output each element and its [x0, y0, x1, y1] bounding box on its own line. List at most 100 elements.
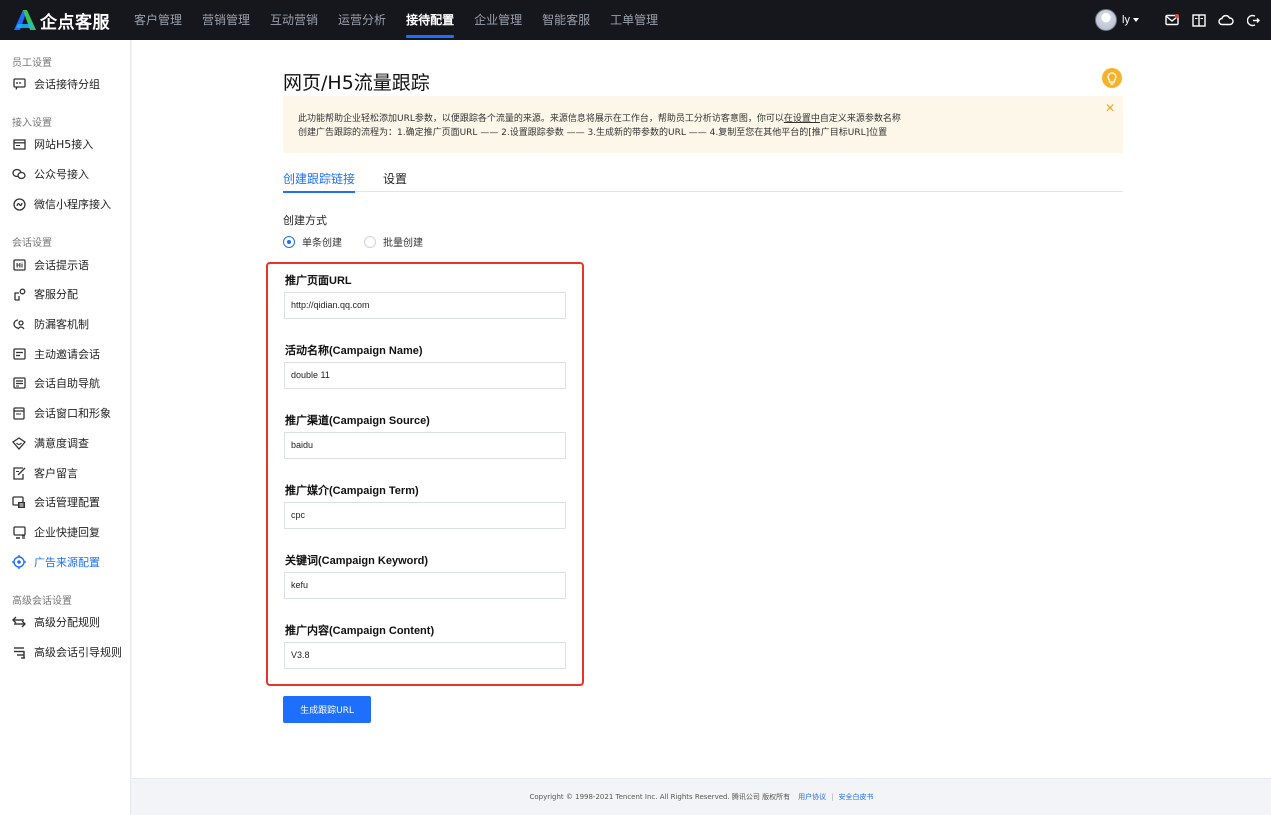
sidebar-item-label: 防漏客机制: [34, 318, 89, 331]
notice-line-2: 创建广告跟踪的流程为：1.确定推广页面URL —— 2.设置跟踪参数 —— 3.…: [298, 128, 888, 138]
website-icon: [12, 137, 26, 151]
guide-icon: [12, 645, 26, 659]
hint-icon: Hi: [12, 258, 26, 272]
manage-icon: [12, 495, 26, 509]
campaign-term-label: 推广媒介(Campaign Term): [285, 485, 419, 497]
sidebar-item-assign[interactable]: 客服分配: [0, 280, 131, 308]
qidian-logo-icon: [14, 10, 36, 30]
topnav-ticket-management[interactable]: 工单管理: [600, 0, 668, 40]
sidebar-item-label: 高级会话引导规则: [34, 646, 122, 659]
sidebar-item-anti-loss[interactable]: 防漏客机制: [0, 310, 131, 338]
sidebar-item-advanced-assign[interactable]: 高级分配规则: [0, 608, 131, 636]
top-right-tools: ly: [1095, 0, 1261, 40]
tab-settings[interactable]: 设置: [383, 170, 407, 192]
sidebar-item-customer-message[interactable]: 客户留言: [0, 459, 131, 487]
sidebar-item-label: 会话自助导航: [34, 377, 100, 390]
brand-name: 企点客服: [40, 12, 110, 33]
user-name[interactable]: ly: [1122, 14, 1130, 26]
sidebar-item-label: 高级分配规则: [34, 616, 100, 629]
campaign-source-label: 推广渠道(Campaign Source): [285, 415, 430, 427]
copyright-text: Copyright © 1998-2021 Tencent Inc. All R…: [529, 793, 791, 801]
avatar[interactable]: [1095, 9, 1118, 31]
cloud-icon[interactable]: [1218, 12, 1234, 28]
campaign-source-input[interactable]: baidu: [284, 432, 566, 459]
topnav-reception-config[interactable]: 接待配置: [396, 0, 464, 40]
swap-icon: [12, 615, 26, 629]
sidebar-item-label: 网站H5接入: [34, 138, 94, 151]
window-icon: [12, 406, 26, 420]
campaign-content-label: 推广内容(Campaign Content): [285, 625, 435, 637]
promo-url-input[interactable]: http://qidian.qq.com: [284, 292, 566, 319]
promo-url-label: 推广页面URL: [285, 275, 352, 287]
security-whitepaper-link[interactable]: 安全白皮书: [839, 792, 874, 802]
top-navigation-bar: 企点客服 客户管理 营销管理 互动营销 运营分析 接待配置 企业管理 智能客服 …: [0, 0, 1271, 40]
book-icon[interactable]: [1191, 12, 1207, 28]
campaign-name-input[interactable]: double 11: [284, 362, 566, 389]
campaign-keyword-input[interactable]: kefu: [284, 572, 566, 599]
sidebar-item-label: 企业快捷回复: [34, 526, 100, 539]
footer: Copyright © 1998-2021 Tencent Inc. All R…: [132, 778, 1271, 815]
sidebar-item-self-navigation[interactable]: 会话自助导航: [0, 369, 131, 397]
sidebar-group-advanced: 高级会话设置: [12, 596, 72, 607]
topnav-enterprise-management[interactable]: 企业管理: [464, 0, 532, 40]
campaign-keyword-label: 关键词(Campaign Keyword): [285, 555, 429, 567]
sidebar-item-official-account[interactable]: 公众号接入: [0, 160, 131, 188]
assign-icon: [12, 287, 26, 301]
sidebar-group-staff: 员工设置: [12, 58, 52, 69]
campaign-term-input[interactable]: cpc: [284, 502, 566, 529]
sidebar-item-label: 会话接待分组: [34, 78, 100, 91]
sidebar-item-label: 主动邀请会话: [34, 348, 100, 361]
sidebar-group-access: 接入设置: [12, 118, 52, 129]
sidebar-item-label: 满意度调查: [34, 437, 89, 450]
tab-bar: 创建跟踪链接 设置: [283, 170, 1123, 193]
top-nav-menu: 客户管理 营销管理 互动营销 运营分析 接待配置 企业管理 智能客服 工单管理: [124, 0, 668, 40]
sidebar-item-label: 会话管理配置: [34, 496, 100, 509]
topnav-smart-service[interactable]: 智能客服: [532, 0, 600, 40]
sidebar-item-window-image[interactable]: 会话窗口和形象: [0, 399, 131, 427]
sidebar-item-invite[interactable]: 主动邀请会话: [0, 340, 131, 368]
main-content: 网页/H5流量跟踪 此功能帮助企业轻松添加URL参数，以便跟踪各个流量的来源。来…: [132, 40, 1271, 778]
sidebar-item-satisfaction[interactable]: 满意度调查: [0, 429, 131, 457]
quick-reply-icon: [12, 525, 26, 539]
sidebar-item-label: 微信小程序接入: [34, 198, 111, 211]
sidebar-item-mini-program[interactable]: 微信小程序接入: [0, 190, 131, 218]
settings-link[interactable]: 在设置中: [784, 114, 820, 124]
sidebar-item-ad-source[interactable]: 广告来源配置: [0, 548, 131, 576]
sidebar-item-session-hint[interactable]: Hi 会话提示语: [0, 251, 131, 279]
svg-text:Hi: Hi: [16, 263, 23, 270]
user-agreement-link[interactable]: 用户协议: [798, 792, 826, 802]
sidebar-item-quick-reply[interactable]: 企业快捷回复: [0, 518, 131, 546]
topnav-marketing-management[interactable]: 营销管理: [192, 0, 260, 40]
chat-group-icon: [12, 77, 26, 91]
topnav-interactive-marketing[interactable]: 互动营销: [260, 0, 328, 40]
ad-source-icon: [12, 555, 26, 569]
radio-single-create[interactable]: [283, 235, 295, 248]
radio-single-label[interactable]: 单条创建: [302, 234, 342, 249]
logout-icon[interactable]: [1245, 12, 1261, 28]
create-mode-radios: 单条创建 批量创建: [283, 234, 445, 249]
mail-icon[interactable]: [1164, 12, 1180, 28]
sidebar-item-chat-group[interactable]: 会话接待分组: [0, 70, 131, 98]
sidebar-item-label: 公众号接入: [34, 168, 89, 181]
message-icon: [12, 466, 26, 480]
topnav-operations-analysis[interactable]: 运营分析: [328, 0, 396, 40]
lightbulb-icon[interactable]: [1102, 68, 1122, 88]
close-icon[interactable]: ✕: [1105, 101, 1115, 115]
create-mode-label: 创建方式: [283, 214, 327, 227]
notice-text: 此功能帮助企业轻松添加URL参数，以便跟踪各个流量的来源。来源信息将展示在工作台…: [298, 114, 784, 124]
radio-batch-create[interactable]: [364, 235, 376, 248]
sidebar-item-advanced-guide[interactable]: 高级会话引导规则: [0, 638, 131, 666]
sidebar-item-session-management[interactable]: 会话管理配置: [0, 488, 131, 516]
notice-banner: 此功能帮助企业轻松添加URL参数，以便跟踪各个流量的来源。来源信息将展示在工作台…: [283, 96, 1123, 153]
sidebar: 员工设置 会话接待分组 接入设置 网站H5接入 公众号接入 微信小程序接入 会话…: [0, 40, 131, 815]
topnav-customer-management[interactable]: 客户管理: [124, 0, 192, 40]
generate-tracking-url-button[interactable]: 生成跟踪URL: [283, 696, 371, 723]
sidebar-item-label: 客服分配: [34, 288, 78, 301]
brand[interactable]: 企点客服: [0, 8, 124, 33]
radio-batch-label[interactable]: 批量创建: [383, 234, 423, 249]
campaign-content-input[interactable]: V3.8: [284, 642, 566, 669]
sidebar-group-session: 会话设置: [12, 238, 52, 249]
sidebar-item-website-h5[interactable]: 网站H5接入: [0, 130, 131, 158]
tab-create-tracking-link[interactable]: 创建跟踪链接: [283, 170, 356, 193]
chevron-down-icon[interactable]: [1133, 18, 1139, 22]
